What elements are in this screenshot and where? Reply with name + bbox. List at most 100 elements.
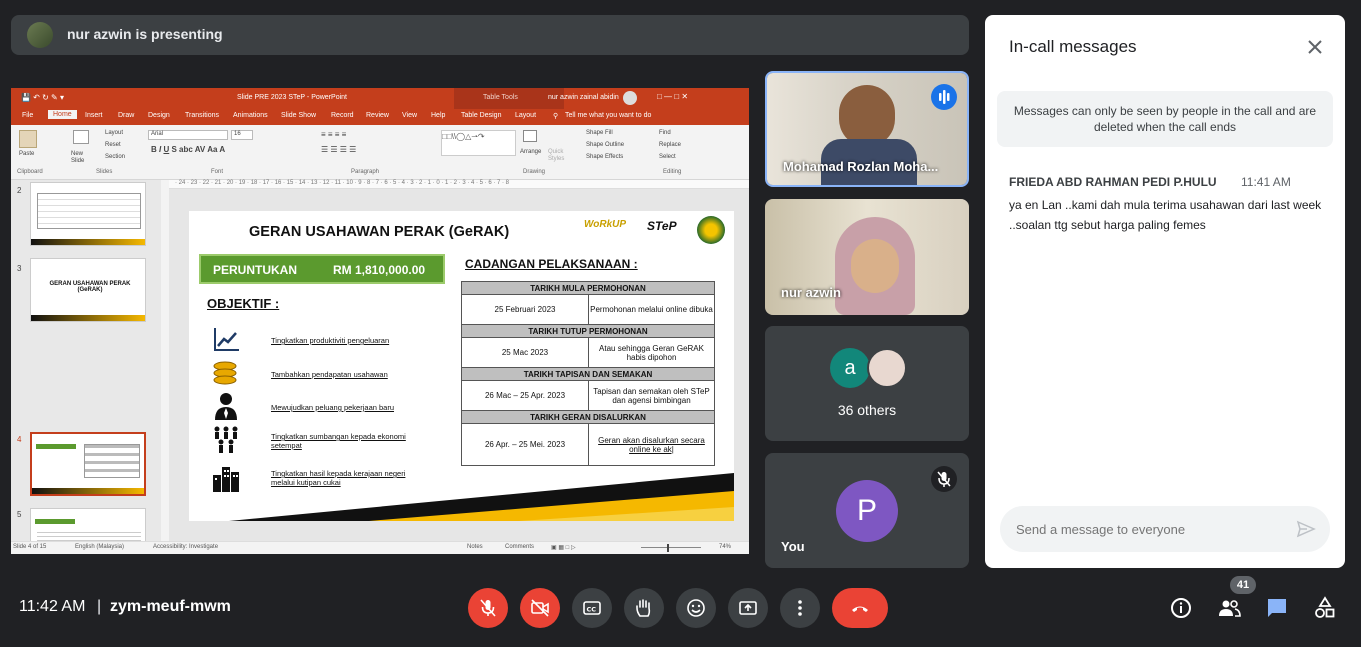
leave-call-button[interactable] [832,588,888,628]
font-size-field[interactable]: 16 [231,130,253,140]
others-tile[interactable]: a 36 others [765,326,969,441]
meeting-details-icon[interactable] [1169,596,1193,620]
objective-row: Tambahkan pendapatan usahawan [211,358,441,388]
others-count: 36 others [837,402,897,418]
quick-styles-button[interactable]: Quick Styles [548,149,570,163]
tab-insert[interactable]: Insert [85,112,103,119]
find-button[interactable]: Find [659,130,671,136]
camera-off-button[interactable] [520,588,560,628]
coins-icon [213,361,237,385]
notes-button[interactable]: Notes [467,544,483,550]
reset-button[interactable]: Reset [105,142,121,148]
tab-design[interactable]: Design [148,112,170,119]
close-icon[interactable] [1303,35,1327,59]
table-desc[interactable]: Geran akan disalurkan secara online ke a… [588,423,715,466]
paragraph-buttons[interactable]: ≡ ≡ ≡ ≡ [321,130,346,139]
slide-thumbnail-2[interactable] [30,182,146,246]
font-name-field[interactable]: Arial [148,130,228,140]
table-desc[interactable]: Atau sehingga Geran GeRAK habis dipohon [588,337,715,368]
new-slide-icon[interactable] [73,130,89,144]
participant-tile-mohamad[interactable]: Mohamad Rozlan Moha... [765,71,969,187]
tab-slide-show[interactable]: Slide Show [281,112,316,119]
zoom-thumb[interactable] [667,544,669,552]
tab-review[interactable]: Review [366,112,389,119]
zoom-level[interactable]: 74% [719,544,731,550]
raise-hand-button[interactable] [624,588,664,628]
captions-button[interactable]: CC [572,588,612,628]
paste-icon[interactable] [19,130,37,148]
worker-icon [215,393,237,420]
chat-input-box[interactable] [1000,506,1330,552]
chat-input[interactable] [1016,506,1286,552]
shape-outline-button[interactable]: Shape Outline [586,142,624,148]
arrange-icon[interactable] [523,130,537,142]
activities-icon[interactable] [1313,596,1337,620]
peruntukan-box: PERUNTUKAN RM 1,810,000.00 [199,254,445,284]
tab-home[interactable]: Home [48,110,77,119]
select-button[interactable]: Select [659,154,676,160]
slide-thumbnail-3[interactable]: GERAN USAHAWAN PERAK (GeRAK) [30,258,146,322]
tab-table-design[interactable]: Table Design [461,112,501,119]
replace-button[interactable]: Replace [659,142,681,148]
window-controls[interactable]: □ — □ ✕ [657,92,688,101]
table-date[interactable]: 26 Mac – 25 Apr. 2023 [461,380,589,411]
quick-access-icons[interactable]: 💾 ↶ ↻ ✎ ▾ [21,93,64,102]
reactions-button[interactable] [676,588,716,628]
align-buttons[interactable]: ☰ ☰ ☰ ☰ [321,145,356,154]
table-date[interactable]: 25 Mac 2023 [461,337,589,368]
table-header: TARIKH TUTUP PERMOHONAN [461,324,715,338]
objective-text: Tambahkan pendapatan usahawan [271,370,388,379]
table-header: TARIKH MULA PERMOHONAN [461,281,715,295]
shape-effects-button[interactable]: Shape Effects [586,154,623,160]
shape-fill-button[interactable]: Shape Fill [586,130,613,136]
tab-help[interactable]: Help [431,112,445,119]
table-date[interactable]: 25 Februari 2023 [461,294,589,325]
present-button[interactable] [728,588,768,628]
tab-record[interactable]: Record [331,112,354,119]
slide-canvas[interactable]: GERAN USAHAWAN PERAK (GeRAK) WoRkUP STeP… [189,211,734,521]
person-video [839,85,895,147]
chat-icon[interactable] [1265,596,1289,620]
step-logo: STeP [647,219,677,233]
chart-growth-icon [214,328,239,351]
objective-row: Mewujudkan peluang pekerjaan baru [211,391,441,421]
comments-button[interactable]: Comments [505,544,534,550]
slide-thumbnail-4-selected[interactable] [30,432,146,496]
table-desc[interactable]: Tapisan dan semakan oleh STeP dan agensi… [588,380,715,411]
meeting-code: zym-meuf-mwm [110,598,231,615]
user-avatar[interactable] [623,91,637,105]
table-date[interactable]: 26 Apr. – 25 Mei. 2023 [461,423,589,466]
self-tile[interactable]: P You [765,453,969,568]
message-time: 11:41 AM [1241,175,1291,189]
accessibility-status[interactable]: Accessibility: Investigate [153,544,218,550]
tab-layout[interactable]: Layout [515,112,536,119]
view-buttons[interactable]: ▣ ▦ □ ▷ [551,544,576,551]
send-icon[interactable] [1296,519,1316,539]
section-button[interactable]: Section [105,154,125,160]
tab-file[interactable]: File [22,112,33,119]
cadangan-heading: CADANGAN PELAKSANAAN : [465,257,638,271]
mic-off-button[interactable] [468,588,508,628]
participant-tile-nur-azwin[interactable]: nur azwin [765,199,969,315]
layout-button[interactable]: Layout [105,130,123,136]
tab-transitions[interactable]: Transitions [185,112,219,119]
new-slide-button[interactable]: New Slide [71,151,91,165]
tab-view[interactable]: View [402,112,417,119]
objective-row: Tingkatkan sumbangan kepada ekonomi sete… [211,424,441,454]
table-tools-label: Table Tools [483,94,518,101]
language-status[interactable]: English (Malaysia) [75,544,124,550]
tab-draw[interactable]: Draw [118,112,134,119]
shapes-gallery[interactable]: □□\\◯△⇀↷ [441,130,516,156]
table-desc[interactable]: Permohonan melalui online dibuka [588,294,715,325]
emoji-icon [687,599,705,617]
people-icon[interactable] [1217,596,1241,620]
font-format-buttons[interactable]: B I U S abc AV Aa A [151,145,225,154]
more-options-button[interactable] [780,588,820,628]
paste-button[interactable]: Paste [19,151,34,157]
schedule-table[interactable]: TARIKH MULA PERMOHONAN 25 Februari 2023 P… [461,281,715,466]
arrange-button[interactable]: Arrange [520,149,541,155]
tell-me-box[interactable]: Tell me what you want to do [565,112,651,119]
objective-text: Tingkatkan sumbangan kepada ekonomi sete… [271,432,406,450]
zoom-slider[interactable] [641,547,701,548]
tab-animations[interactable]: Animations [233,112,268,119]
